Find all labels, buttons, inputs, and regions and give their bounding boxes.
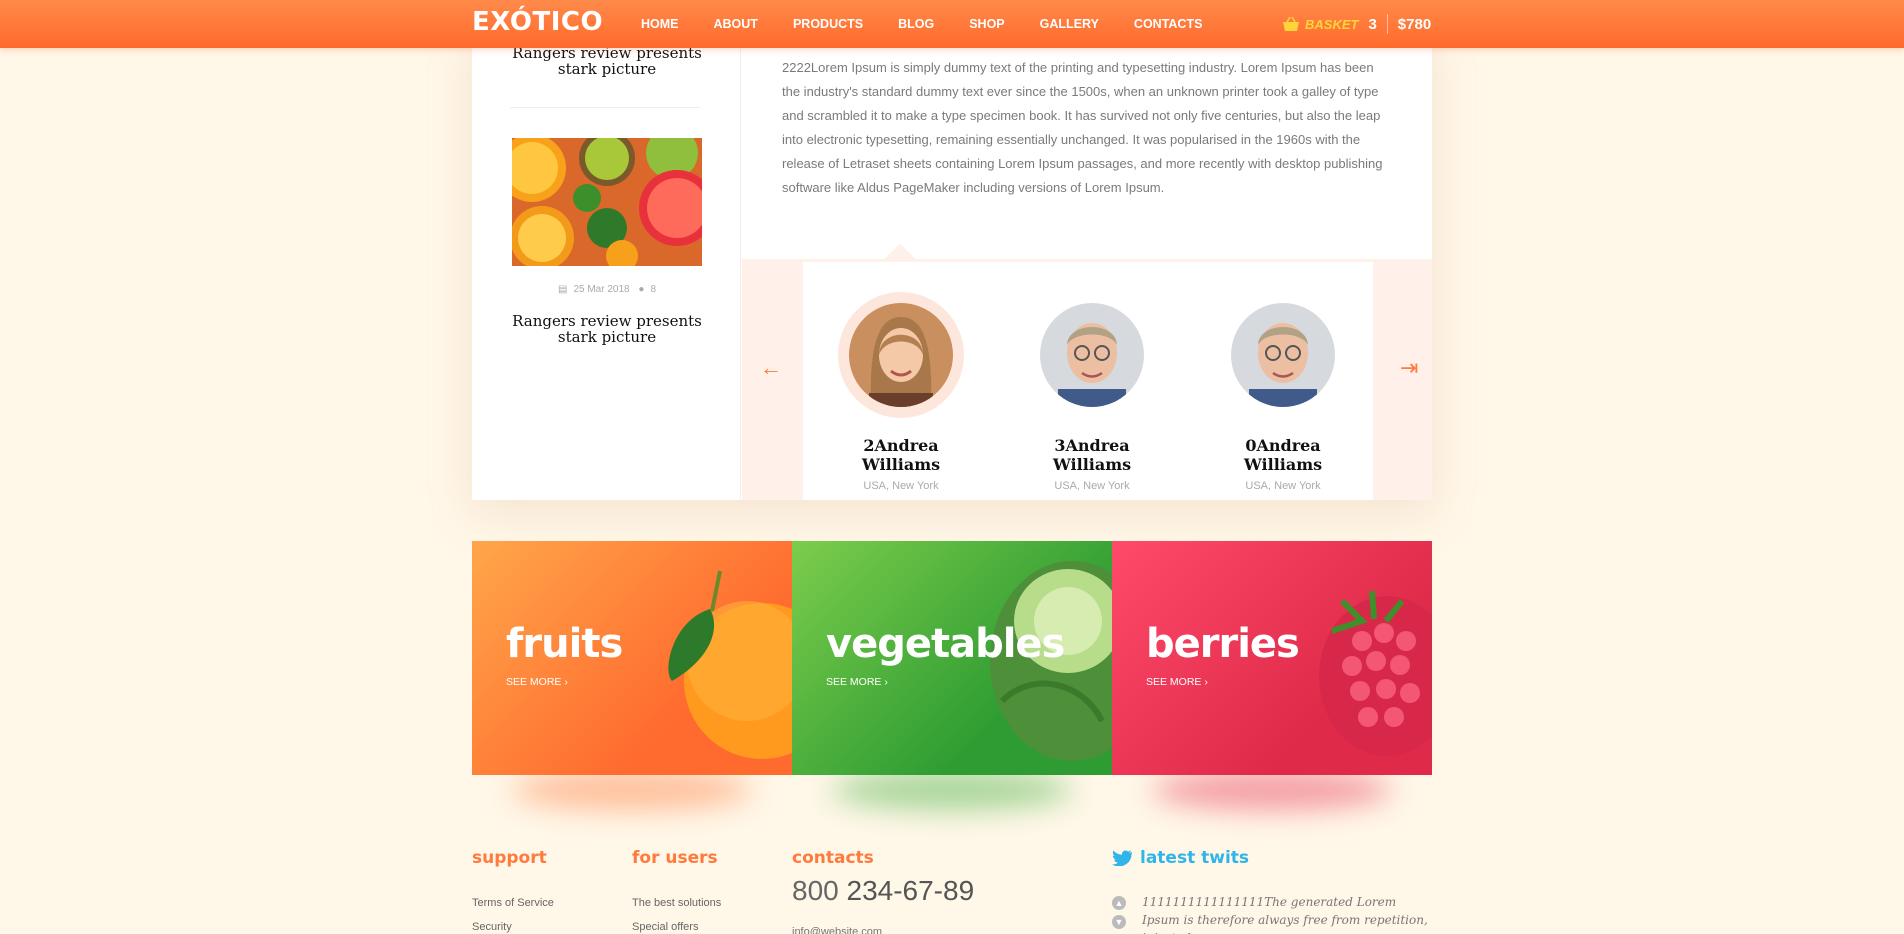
category-title: fruits	[506, 621, 623, 667]
fruit-image[interactable]	[512, 138, 702, 266]
tile-glow	[832, 770, 1072, 810]
footer-twits-title: latest twits	[1112, 848, 1249, 868]
arrow-right-icon[interactable]: ⇥	[1400, 355, 1418, 381]
footer-link[interactable]: Special offers	[632, 921, 698, 933]
footer-users-title: for users	[632, 848, 718, 868]
testimonial-name: 2Andrea Williams	[861, 436, 941, 474]
post-title[interactable]: Rangers review presents stark picture	[502, 45, 712, 77]
tile-glow	[1152, 770, 1392, 810]
article-area: 2222Lorem Ipsum is simply dummy text of …	[742, 30, 1432, 500]
post-title[interactable]: Rangers review presents stark picture	[502, 313, 712, 345]
category-fruits[interactable]: fruits SEE MORE ›	[472, 541, 792, 775]
avatar	[1040, 303, 1144, 407]
raspberry-icon	[1319, 590, 1432, 756]
nav-contacts[interactable]: CONTACTS	[1134, 17, 1203, 31]
testimonial-name: 3Andrea Williams	[1052, 436, 1132, 474]
twitter-icon	[1112, 850, 1132, 866]
avatar-ring	[1220, 292, 1346, 418]
footer-phone[interactable]: 800 234-67-89	[792, 875, 974, 907]
testimonial[interactable]: 0Andrea Williams USA, New York	[1208, 292, 1358, 492]
main-nav: HOME ABOUT PRODUCTS BLOG SHOP GALLERY CO…	[641, 0, 1237, 48]
avatar	[1231, 303, 1335, 407]
phone-number: 234-67-89	[846, 875, 975, 906]
footer-contacts-title: contacts	[792, 848, 874, 868]
top-header: EXÓTICO HOME ABOUT PRODUCTS BLOG SHOP GA…	[0, 0, 1904, 48]
testimonial-location: USA, New York	[1245, 480, 1321, 492]
basket-count: 3	[1368, 15, 1377, 33]
see-more-link[interactable]: SEE MORE ›	[506, 676, 568, 688]
phone-prefix: 800	[792, 875, 839, 906]
nav-shop[interactable]: SHOP	[969, 17, 1004, 31]
see-more-link[interactable]: SEE MORE ›	[1146, 676, 1208, 688]
category-title: vegetables	[826, 621, 1065, 667]
testimonial[interactable]: 3Andrea Williams USA, New York	[1017, 292, 1167, 492]
site-logo[interactable]: EXÓTICO	[472, 7, 603, 37]
sidebar-posts: Rangers review presents stark picture ▤ 2…	[472, 30, 741, 500]
arrow-down-icon[interactable]: ▼	[1112, 915, 1126, 929]
basket-divider	[1386, 14, 1388, 34]
arrow-left-icon[interactable]: ←	[760, 355, 782, 381]
footer-link[interactable]: Security	[472, 921, 512, 933]
basket-label[interactable]: BASKET	[1305, 17, 1358, 32]
nav-about[interactable]: ABOUT	[714, 17, 758, 31]
twits-title-text: latest twits	[1140, 848, 1250, 868]
twit-text: 1111111111111111The generated Lorem Ipsu…	[1142, 895, 1428, 934]
footer-link[interactable]: The best solutions	[632, 897, 721, 909]
testimonial-location: USA, New York	[863, 480, 939, 492]
tile-glow	[512, 770, 752, 810]
basket-total: $780	[1397, 15, 1432, 33]
footer-link[interactable]: Terms of Service	[472, 897, 554, 909]
header-inner: EXÓTICO HOME ABOUT PRODUCTS BLOG SHOP GA…	[472, 0, 1432, 48]
avatar-ring	[838, 292, 964, 418]
post-comments[interactable]: 8	[650, 284, 656, 295]
avatar	[849, 303, 953, 407]
category-title: berries	[1146, 621, 1300, 667]
article-text: 2222Lorem Ipsum is simply dummy text of …	[782, 60, 1383, 195]
orange-icon	[668, 570, 792, 759]
avatar-ring	[1029, 292, 1155, 418]
testimonial-name: 0Andrea Williams	[1243, 436, 1323, 474]
category-berries[interactable]: berries SEE MORE ›	[1112, 541, 1432, 775]
calendar-icon: ▤	[558, 284, 568, 295]
post-date: 25 Mar 2018	[573, 284, 630, 295]
see-more-link[interactable]: SEE MORE ›	[826, 676, 888, 688]
footer-email[interactable]: info@website.com	[792, 926, 882, 934]
post-meta: ▤ 25 Mar 2018 ● 8	[512, 284, 702, 295]
nav-blog[interactable]: BLOG	[898, 17, 934, 31]
nav-home[interactable]: HOME	[641, 17, 679, 31]
basket-icon	[1283, 16, 1299, 31]
testimonial[interactable]: 2Andrea Williams USA, New York	[826, 292, 976, 492]
comment-icon: ●	[638, 284, 645, 295]
basket[interactable]: BASKET 3 $780	[1282, 14, 1431, 34]
category-vegetables[interactable]: vegetables SEE MORE ›	[792, 541, 1112, 775]
content-card: Rangers review presents stark picture ▤ 2…	[472, 30, 1432, 500]
footer-support-title: support	[472, 848, 547, 868]
nav-products[interactable]: PRODUCTS	[793, 17, 863, 31]
arrow-up-icon[interactable]: ▲	[1112, 896, 1126, 910]
nav-gallery[interactable]: GALLERY	[1040, 17, 1099, 31]
testimonial-location: USA, New York	[1054, 480, 1130, 492]
divider	[510, 107, 700, 108]
